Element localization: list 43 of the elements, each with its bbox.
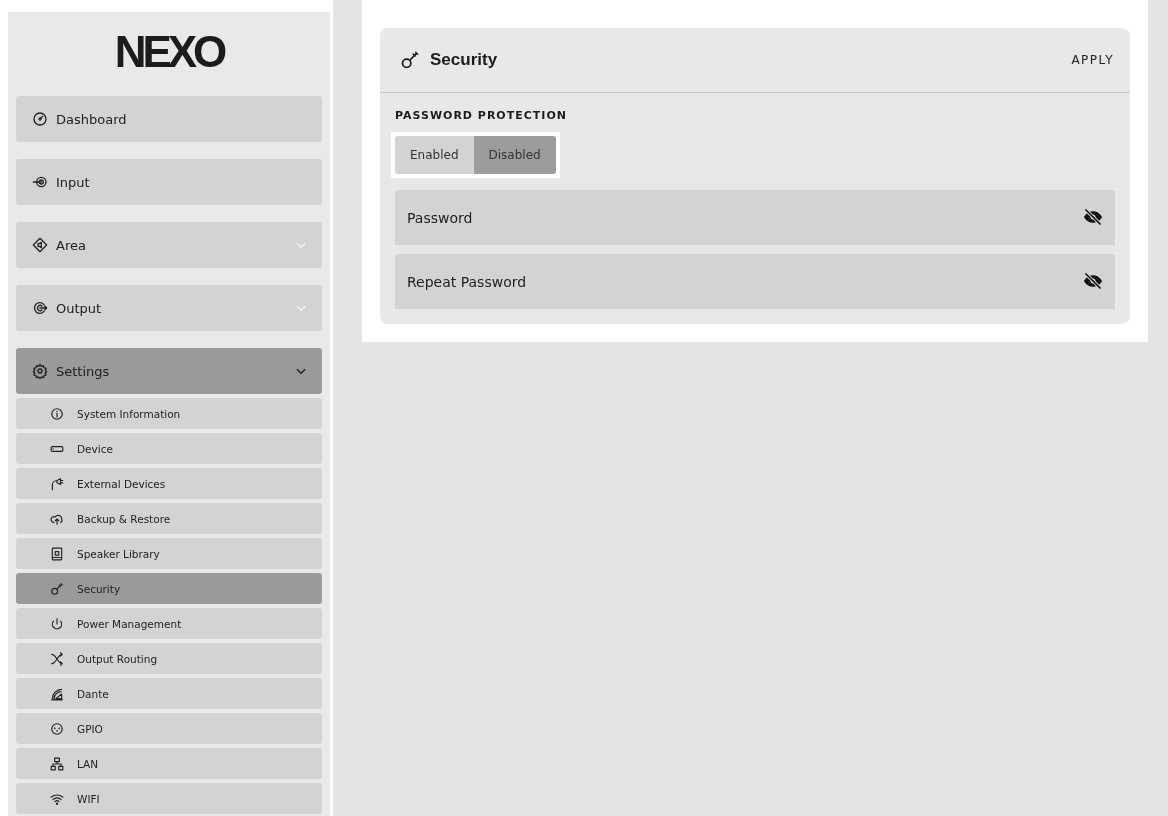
target-arrow-icon bbox=[32, 174, 48, 190]
toggle-option[interactable]: Enabled bbox=[395, 136, 474, 174]
eye-off-icon[interactable] bbox=[1083, 207, 1103, 227]
connector-icon bbox=[50, 721, 64, 736]
power-icon bbox=[50, 616, 64, 631]
nav-subitem[interactable]: LAN bbox=[16, 748, 322, 779]
nav-item[interactable]: Input bbox=[16, 159, 322, 205]
section-label: PASSWORD PROTECTION bbox=[395, 109, 568, 122]
password-field[interactable]: Repeat Password bbox=[395, 254, 1115, 309]
nav-item[interactable]: Output bbox=[16, 285, 322, 331]
apply-button[interactable]: APPLY bbox=[1071, 49, 1114, 71]
target-arrow-icon bbox=[32, 300, 48, 316]
settings-icon bbox=[32, 363, 48, 379]
nav-subitem[interactable]: Dante bbox=[16, 678, 322, 709]
logo: NEXO bbox=[114, 30, 224, 74]
key-icon bbox=[50, 581, 64, 596]
network-icon bbox=[50, 756, 64, 771]
nav-subitem[interactable]: Backup & Restore bbox=[16, 503, 322, 534]
shuffle-icon bbox=[50, 651, 64, 666]
nav-subitem[interactable]: System Information bbox=[16, 398, 322, 429]
nav-item[interactable]: Dashboard bbox=[16, 96, 322, 142]
nav-subitem[interactable]: GPIO bbox=[16, 713, 322, 744]
nav-item[interactable]: Area bbox=[16, 222, 322, 268]
nav-item[interactable]: Settings bbox=[16, 348, 322, 394]
info-icon bbox=[50, 406, 64, 421]
nav-subitem[interactable]: Output Routing bbox=[16, 643, 322, 674]
plug-icon bbox=[50, 476, 64, 491]
nav-subitem[interactable]: Device bbox=[16, 433, 322, 464]
nav-subitem[interactable]: Speaker Library bbox=[16, 538, 322, 569]
eye-off-icon[interactable] bbox=[1083, 271, 1103, 291]
nav-subitem[interactable]: WIFI bbox=[16, 783, 322, 814]
book-icon bbox=[50, 546, 64, 561]
speaker-diamond-icon bbox=[32, 237, 48, 253]
key-icon bbox=[400, 50, 420, 70]
password-field[interactable]: Password bbox=[395, 190, 1115, 245]
nav-subitem[interactable]: Power Management bbox=[16, 608, 322, 639]
card-title: Security bbox=[430, 50, 499, 70]
wifi-icon bbox=[50, 791, 64, 806]
gauge-icon bbox=[32, 111, 48, 127]
toggle-option[interactable]: Disabled bbox=[473, 136, 556, 174]
nav-subitem[interactable]: External Devices bbox=[16, 468, 322, 499]
antenna-icon bbox=[50, 686, 64, 701]
nav-subitem[interactable]: Security bbox=[16, 573, 322, 604]
